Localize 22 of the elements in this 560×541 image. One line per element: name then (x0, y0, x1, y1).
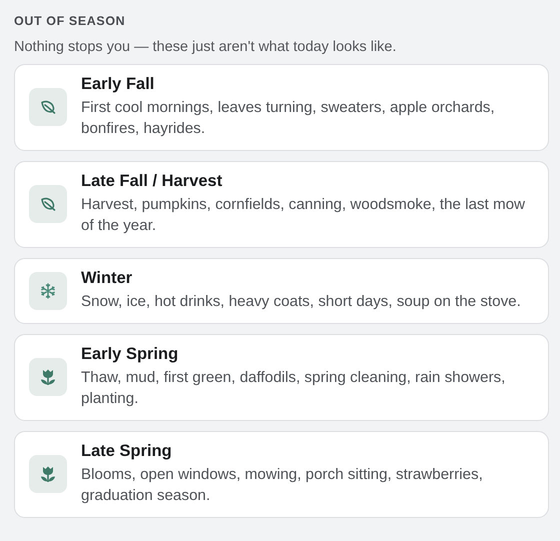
tulip-icon (39, 368, 57, 386)
season-card[interactable]: Late Fall / Harvest Harvest, pumpkins, cornfields, canning, woodsmoke, the last mow of the year. (14, 161, 549, 248)
season-card[interactable]: Winter Snow, ice, hot drinks, heavy coats, short days, soup on the stove. (14, 258, 549, 324)
season-description: Thaw, mud, first green, daffodils, spring cleaning, rain showers, planting. (81, 368, 506, 409)
tulip-icon (39, 465, 57, 483)
season-title: Early Spring (81, 345, 180, 364)
season-description: Snow, ice, hot drinks, heavy coats, short days, soup on the stove. (81, 292, 521, 312)
leaf-icon (40, 196, 56, 212)
season-description: First cool mornings, leaves turning, sweaters, apple orchards, bonfires, hayrides. (81, 98, 496, 139)
season-title: Late Fall / Harvest (81, 172, 224, 191)
section-heading: OUT OF SEASON (14, 14, 126, 28)
season-title: Winter (81, 269, 134, 288)
season-description: Harvest, pumpkins, cornfields, canning, woodsmoke, the last mow of the year. (81, 195, 526, 236)
season-card[interactable]: Late Spring Blooms, open windows, mowing, porch sitting, strawberries, graduation season. (14, 431, 549, 518)
snowflake-icon (40, 282, 56, 298)
season-description: Blooms, open windows, mowing, porch sitting, strawberries, graduation season. (81, 465, 484, 506)
season-card[interactable]: Early Spring Thaw, mud, first green, daffodils, spring cleaning, rain showers, planting. (14, 334, 549, 421)
season-card[interactable]: Early Fall First cool mornings, leaves turning, sweaters, apple orchards, bonfires, hayrides. (14, 64, 549, 151)
section-subtitle: Nothing stops you — these just aren't what today looks like. (14, 39, 398, 55)
season-title: Early Fall (81, 75, 156, 94)
season-title: Late Spring (81, 442, 173, 461)
leaf-icon (40, 99, 56, 115)
